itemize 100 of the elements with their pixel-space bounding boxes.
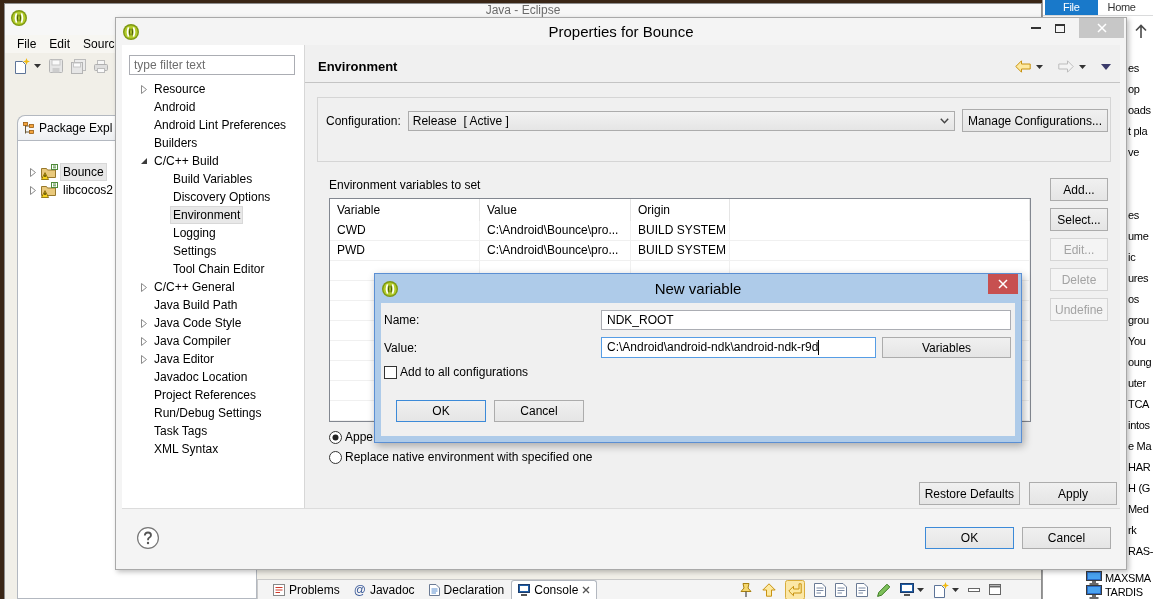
button[interactable]: Add... [1050, 178, 1108, 201]
document-icon[interactable] [835, 582, 847, 597]
configuration-dropdown[interactable]: Release [ Active ] [407, 111, 955, 131]
list-item[interactable]: rk [1128, 522, 1137, 537]
list-item[interactable]: intos [1128, 417, 1150, 432]
close-button[interactable] [988, 274, 1018, 294]
minimize-icon[interactable] [968, 587, 980, 592]
list-item[interactable]: op [1128, 81, 1140, 96]
tree-item[interactable]: Logging [170, 224, 219, 242]
list-item[interactable]: ic [1128, 249, 1136, 264]
tree-item[interactable]: Discovery Options [170, 188, 274, 206]
button[interactable]: Cancel [494, 400, 584, 422]
button[interactable]: Select... [1050, 208, 1108, 231]
tree-item[interactable]: Android [151, 98, 199, 116]
button[interactable]: Cancel [1022, 527, 1111, 549]
list-item[interactable]: TCA [1128, 396, 1150, 411]
list-item[interactable]: ume [1128, 228, 1149, 243]
tree-item[interactable]: Run/Debug Settings [151, 404, 265, 422]
back-arrow-icon[interactable] [1015, 60, 1031, 73]
ribbon-tab[interactable]: File [1045, 0, 1098, 15]
button[interactable]: Manage Configurations... [961, 109, 1108, 132]
caret-icon[interactable] [1036, 64, 1043, 69]
maximize-icon[interactable] [989, 584, 1001, 595]
list-item[interactable]: t pla [1128, 123, 1148, 138]
button[interactable]: OK [925, 527, 1014, 549]
caret-icon[interactable] [34, 64, 41, 68]
tree-item[interactable]: Android Lint Preferences [151, 116, 290, 134]
list-item[interactable]: ve [1128, 144, 1140, 159]
filter-field[interactable]: type filter text [129, 55, 295, 75]
list-item[interactable]: es [1128, 60, 1140, 75]
view-tab[interactable]: Declaration [421, 580, 512, 599]
tree-item[interactable]: Build Variables [170, 170, 256, 188]
triangle-icon[interactable] [140, 158, 147, 164]
list-item[interactable]: oung [1128, 354, 1152, 369]
list-item[interactable]: os [1128, 291, 1140, 306]
input-field[interactable]: C:\Android\android-ndk\android-ndk-r9d [601, 337, 876, 358]
tree-item[interactable]: C/C++ General [151, 278, 238, 296]
tree-item[interactable]: Settings [170, 242, 220, 260]
list-item[interactable]: RAS- [1128, 543, 1153, 558]
list-item[interactable]: MAXSMA [1105, 572, 1151, 584]
radio-button[interactable] [329, 430, 342, 444]
new-file-icon[interactable] [14, 58, 30, 74]
tree-item[interactable]: Tool Chain Editor [170, 260, 268, 278]
button[interactable]: Restore Defaults [918, 482, 1020, 505]
tree-item[interactable]: Java Build Path [151, 296, 241, 314]
monitor-icon[interactable] [900, 583, 914, 596]
radio-button[interactable] [329, 450, 342, 464]
column-header[interactable]: Origin [631, 199, 730, 221]
tree-item[interactable]: Bounce [60, 163, 107, 181]
menu-item[interactable]: Edit [49, 36, 71, 52]
tree-item[interactable]: XML Syntax [151, 440, 222, 458]
caret-icon[interactable] [917, 587, 924, 592]
list-item[interactable]: ures [1128, 270, 1149, 285]
list-item[interactable]: You [1128, 333, 1146, 348]
close-icon[interactable] [582, 586, 591, 594]
tree-item[interactable]: Environment [170, 206, 244, 224]
tree-item[interactable]: Java Editor [151, 350, 218, 368]
pin-icon[interactable] [739, 582, 753, 597]
new-file-icon[interactable] [933, 581, 949, 598]
caret-icon[interactable] [952, 587, 959, 592]
checkbox[interactable] [384, 365, 397, 379]
option-label[interactable]: Appe [345, 430, 374, 444]
menu-item[interactable]: File [17, 36, 37, 52]
list-item[interactable]: TARDIS [1105, 586, 1143, 598]
caret-icon[interactable] [1079, 64, 1086, 69]
list-item[interactable]: oads [1128, 102, 1151, 117]
help-icon[interactable] [137, 527, 159, 549]
ribbon-tab[interactable]: Home [1097, 0, 1146, 15]
button[interactable]: Apply [1029, 482, 1117, 505]
view-tab[interactable]: @ Javadoc [346, 580, 422, 599]
tree-item[interactable]: Builders [151, 134, 201, 152]
view-tab[interactable]: Console [511, 580, 598, 599]
option-label[interactable]: Replace native environment with specified one [345, 450, 593, 464]
tree-item[interactable]: C/C++ Build [151, 152, 222, 170]
tree-item[interactable]: Project References [151, 386, 260, 404]
tree-item[interactable]: Resource [151, 80, 209, 98]
tree-item[interactable]: libcocos2 [60, 181, 117, 199]
list-item[interactable]: uter [1128, 375, 1146, 390]
view-menu-icon[interactable] [1101, 63, 1111, 70]
button[interactable]: OK [396, 400, 486, 422]
list-item[interactable]: H (G [1128, 480, 1151, 495]
column-header[interactable]: Variable [330, 199, 480, 221]
tree-item[interactable]: Task Tags [151, 422, 211, 440]
input-field[interactable]: NDK_ROOT [601, 310, 1011, 330]
list-item[interactable]: grou [1128, 312, 1149, 327]
list-item[interactable]: es [1128, 207, 1140, 222]
tree-item[interactable]: Java Code Style [151, 314, 245, 332]
checkbox-label[interactable]: Add to all configurations [400, 365, 529, 379]
list-item[interactable]: HAR [1128, 459, 1151, 474]
document-icon[interactable] [814, 582, 826, 597]
menu-item[interactable]: Sourc [83, 36, 115, 52]
up-arrow-icon[interactable] [1135, 24, 1147, 38]
list-item[interactable]: e Ma [1128, 438, 1152, 453]
list-item[interactable]: Med [1128, 501, 1149, 516]
tree-item[interactable]: Javadoc Location [151, 368, 251, 386]
view-tab[interactable]: Problems [266, 580, 347, 599]
pen-icon[interactable] [877, 582, 891, 597]
column-header[interactable]: Value [480, 199, 631, 221]
maximize-icon[interactable] [1055, 23, 1065, 33]
document-icon[interactable] [856, 582, 868, 597]
